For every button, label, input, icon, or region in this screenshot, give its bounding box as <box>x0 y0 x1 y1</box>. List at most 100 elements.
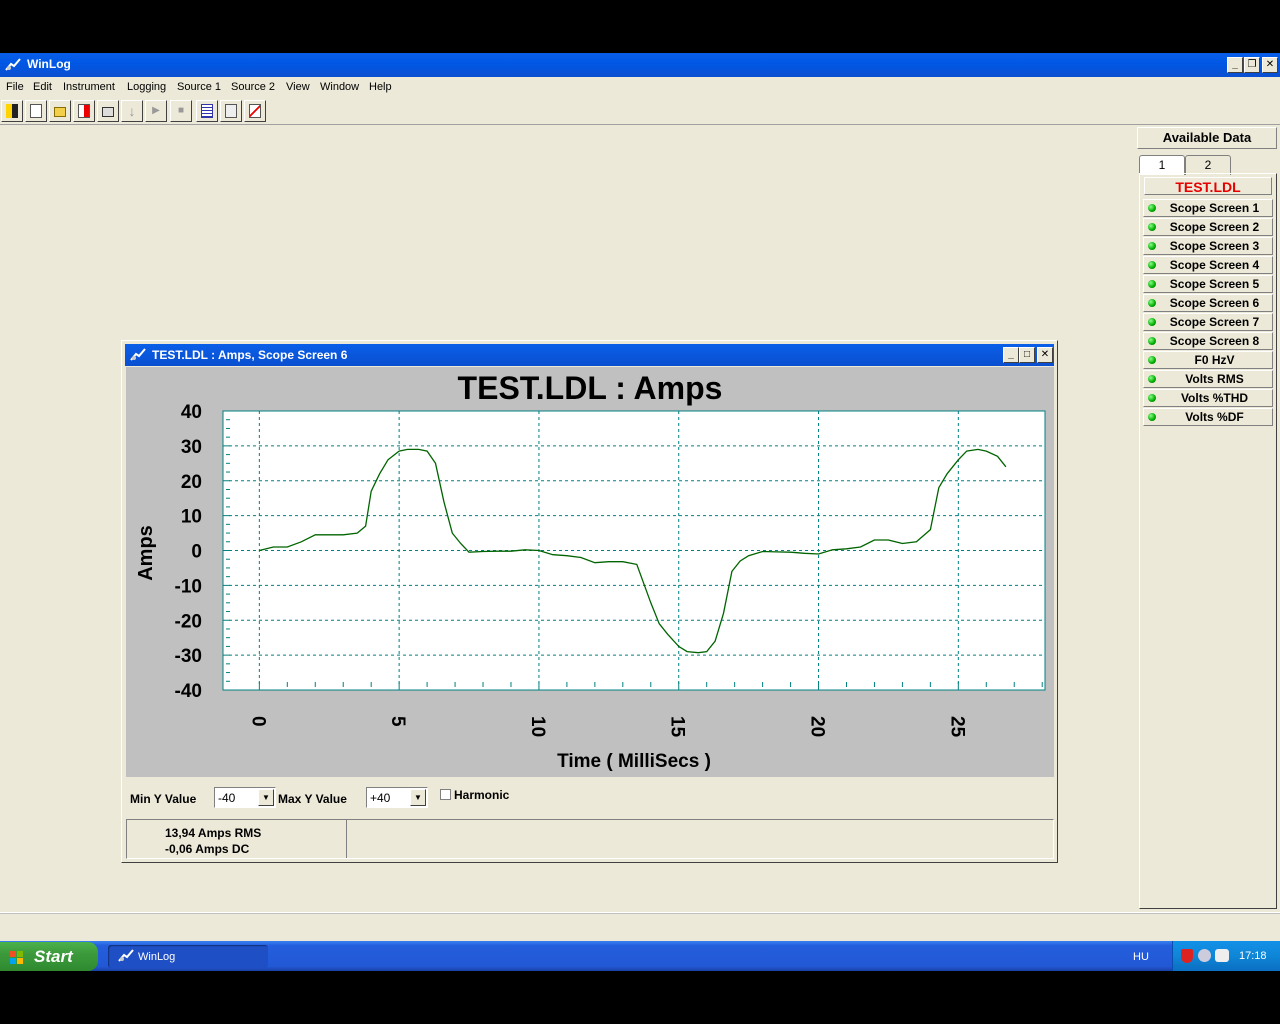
scope-minimize-button[interactable]: _ <box>1003 347 1019 363</box>
monitor-icon <box>225 104 237 118</box>
tab-1[interactable]: 1 <box>1139 155 1185 175</box>
table-button[interactable] <box>196 100 218 122</box>
status-dot-icon <box>1148 204 1156 212</box>
data-source-item[interactable]: Scope Screen 2 <box>1143 218 1273 236</box>
data-source-label: F0 HzV <box>1194 353 1235 367</box>
menu-view[interactable]: View <box>286 81 310 93</box>
windows-logo-icon <box>10 950 24 964</box>
data-source-label: Volts %DF <box>1185 410 1244 424</box>
play-button[interactable]: ▶ <box>145 100 167 122</box>
monitor-button[interactable] <box>220 100 242 122</box>
menu-source-1[interactable]: Source 1 <box>177 81 221 93</box>
y-tick-label: 10 <box>181 507 202 528</box>
stop-button[interactable]: ■ <box>170 100 192 122</box>
data-source-item[interactable]: Scope Screen 8 <box>1143 332 1273 350</box>
x-tick-label: 20 <box>807 716 828 737</box>
data-source-label: Volts RMS <box>1185 372 1244 386</box>
taskbar-item-label: WinLog <box>138 951 176 963</box>
y-tick-label: -10 <box>175 576 202 597</box>
data-file-name: TEST.LDL <box>1144 177 1272 195</box>
network-icon[interactable] <box>1198 949 1211 962</box>
new-file-button[interactable] <box>25 100 47 122</box>
x-tick-label: 5 <box>387 716 408 727</box>
data-source-label: Scope Screen 4 <box>1169 258 1260 272</box>
data-source-item[interactable]: Scope Screen 5 <box>1143 275 1273 293</box>
min-y-value: -40 <box>218 791 236 805</box>
status-bar <box>0 912 1280 939</box>
data-source-label: Volts %THD <box>1180 391 1249 405</box>
winlog-app-icon <box>5 58 21 72</box>
scope-window-title-bar[interactable]: TEST.LDL : Amps, Scope Screen 6 _ □ ✕ <box>125 344 1054 366</box>
close-button[interactable]: ✕ <box>1262 57 1278 73</box>
export-button[interactable] <box>73 100 95 122</box>
title-bar[interactable]: WinLog _ ❐ ✕ <box>0 53 1280 77</box>
restore-button[interactable]: ❐ <box>1244 57 1260 73</box>
status-dot-icon <box>1148 337 1156 345</box>
x-axis-label: Time ( MilliSecs ) <box>557 751 711 772</box>
download-button[interactable]: ↓ <box>121 100 143 122</box>
start-button[interactable]: Start <box>0 942 98 971</box>
exit-button[interactable] <box>1 100 23 122</box>
exit-icon <box>6 104 18 118</box>
measurement-panel: 13,94 Amps RMS -0,06 Amps DC <box>126 819 1054 859</box>
y-tick-label: 0 <box>191 542 202 563</box>
data-source-label: Scope Screen 2 <box>1169 220 1260 234</box>
harmonic-checkbox[interactable] <box>440 789 451 800</box>
max-y-select[interactable]: +40 ▼ <box>366 787 428 808</box>
data-source-item[interactable]: Scope Screen 1 <box>1143 199 1273 217</box>
data-source-item[interactable]: Scope Screen 4 <box>1143 256 1273 274</box>
available-data-title: Available Data <box>1137 127 1277 149</box>
data-source-label: Scope Screen 8 <box>1169 334 1260 348</box>
menu-logging[interactable]: Logging <box>127 81 166 93</box>
data-source-item[interactable]: Volts RMS <box>1143 370 1273 388</box>
language-indicator[interactable]: HU <box>1133 951 1149 963</box>
menu-window[interactable]: Window <box>320 81 359 93</box>
dc-readout: -0,06 Amps DC <box>165 842 250 856</box>
minimize-button[interactable]: _ <box>1227 57 1243 73</box>
data-source-label: Scope Screen 6 <box>1169 296 1260 310</box>
min-y-select[interactable]: -40 ▼ <box>214 787 276 808</box>
data-source-item[interactable]: Volts %THD <box>1143 389 1273 407</box>
y-tick-label: -30 <box>175 646 202 667</box>
menu-edit[interactable]: Edit <box>33 81 52 93</box>
y-tick-label: 20 <box>181 472 202 493</box>
status-dot-icon <box>1148 299 1156 307</box>
tab-2[interactable]: 2 <box>1185 155 1231 175</box>
chart-button[interactable] <box>244 100 266 122</box>
x-tick-label: 25 <box>946 716 967 738</box>
scope-maximize-button[interactable]: □ <box>1019 347 1035 363</box>
data-source-item[interactable]: Scope Screen 6 <box>1143 294 1273 312</box>
scope-window-title: TEST.LDL : Amps, Scope Screen 6 <box>152 348 348 362</box>
data-source-item[interactable]: Volts %DF <box>1143 408 1273 426</box>
open-folder-button[interactable] <box>49 100 71 122</box>
shield-icon[interactable] <box>1181 949 1193 963</box>
open-folder-icon <box>54 107 66 117</box>
data-source-item[interactable]: Scope Screen 3 <box>1143 237 1273 255</box>
status-dot-icon <box>1148 375 1156 383</box>
scope-close-button[interactable]: ✕ <box>1037 347 1053 363</box>
status-dot-icon <box>1148 356 1156 364</box>
measurement-readout: 13,94 Amps RMS -0,06 Amps DC <box>127 820 347 858</box>
status-dot-icon <box>1148 394 1156 402</box>
x-tick-label: 10 <box>527 716 548 737</box>
toolbar: ↓ ▶ ■ <box>0 98 1280 125</box>
play-icon: ▶ <box>152 105 160 116</box>
y-tick-label: -40 <box>175 681 202 702</box>
data-source-item[interactable]: F0 HzV <box>1143 351 1273 369</box>
system-tray: 17:18 <box>1172 941 1280 971</box>
data-source-label: Scope Screen 7 <box>1169 315 1260 329</box>
data-source-item[interactable]: Scope Screen 7 <box>1143 313 1273 331</box>
menu-instrument[interactable]: Instrument <box>63 81 115 93</box>
chevron-down-icon[interactable]: ▼ <box>258 789 274 806</box>
download-icon: ↓ <box>128 103 136 119</box>
status-dot-icon <box>1148 242 1156 250</box>
scope-window-icon <box>130 348 146 362</box>
harmonic-label[interactable]: Harmonic <box>454 788 509 802</box>
chevron-down-icon[interactable]: ▼ <box>410 789 426 806</box>
menu-source-2[interactable]: Source 2 <box>231 81 275 93</box>
print-button[interactable] <box>97 100 119 122</box>
taskbar-item-winlog[interactable]: WinLog <box>108 945 268 968</box>
menu-file[interactable]: File <box>6 81 24 93</box>
speaker-icon[interactable] <box>1215 949 1229 962</box>
menu-help[interactable]: Help <box>369 81 392 93</box>
